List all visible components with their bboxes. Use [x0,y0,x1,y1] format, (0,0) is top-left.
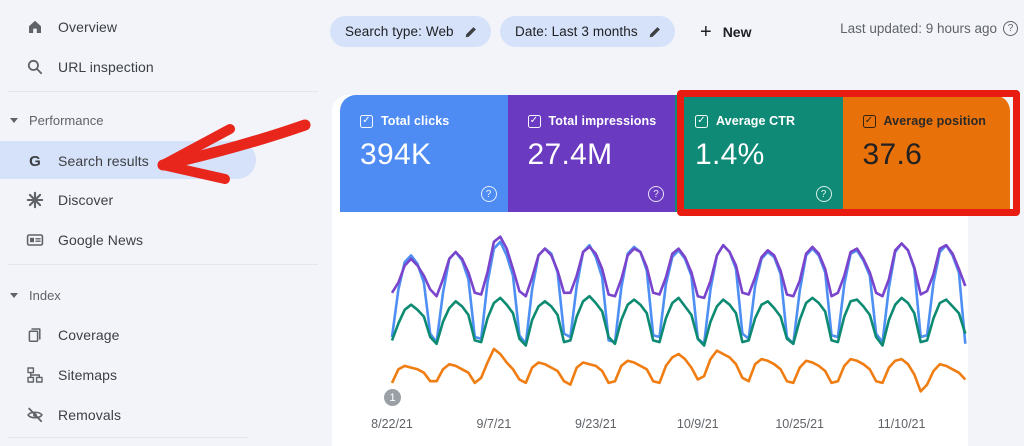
sidebar-item-label: Sitemaps [58,367,117,383]
x-axis-tick-label: 8/22/21 [371,417,413,431]
help-icon[interactable]: ? [816,186,832,202]
metric-card-value: 394K [360,138,508,172]
metric-card-average-ctr[interactable]: ✓ Average CTR 1.4% ? [675,95,843,212]
sidebar-item-label: Coverage [58,327,120,343]
sidebar-section-label: Performance [29,113,103,128]
sidebar-item-label: Discover [58,192,113,208]
sidebar-divider [8,91,318,92]
search-console-app: Overview URL inspection Performance G Se… [0,0,1024,446]
sidebar-item-label: Overview [58,19,117,35]
chart-line-total-impressions [392,237,965,298]
performance-line-chart[interactable] [385,230,970,410]
metric-card-label: Average position [884,114,987,128]
search-type-chip[interactable]: Search type: Web [330,16,491,47]
metric-card-value: 1.4% [695,138,843,172]
checkbox-checked-icon[interactable]: ✓ [528,115,541,128]
metric-card-total-impressions[interactable]: ✓ Total impressions 27.4M ? [508,95,676,212]
sparkle-icon [26,191,44,209]
last-updated-status: Last updated: 9 hours ago ? [840,21,1018,36]
new-filter-button[interactable]: + New [700,16,751,47]
pencil-icon [648,25,662,39]
sidebar-item-label: Removals [58,407,121,423]
chart-line-average-position [392,349,965,392]
date-range-chip-label: Date: Last 3 months [515,24,638,39]
sidebar-divider [8,264,318,265]
date-range-chip[interactable]: Date: Last 3 months [500,16,675,47]
metric-card-average-position[interactable]: ✓ Average position 37.6 ? [843,95,1011,212]
metric-card-total-clicks[interactable]: ✓ Total clicks 394K ? [340,95,508,212]
sidebar-item-search-results[interactable]: G Search results [0,141,320,181]
google-g-icon: G [26,152,44,170]
sidebar-item-label: Google News [58,232,143,248]
x-axis-tick-label: 10/9/21 [677,417,719,431]
x-axis-tick-label: 11/10/21 [878,417,926,431]
chart-x-axis: 8/22/219/7/219/23/2110/9/2110/25/2111/10… [385,417,970,435]
pencil-icon [464,25,478,39]
metric-card-label: Total impressions [549,114,657,128]
sidebar-section-performance[interactable]: Performance [0,101,320,139]
plus-icon: + [700,22,712,42]
checkbox-checked-icon[interactable]: ✓ [360,115,373,128]
x-axis-tick-label: 9/23/21 [575,417,617,431]
checkbox-checked-icon[interactable]: ✓ [863,115,876,128]
checkbox-checked-icon[interactable]: ✓ [695,115,708,128]
home-icon [26,18,44,36]
x-axis-tick-label: 9/7/21 [477,417,512,431]
eye-off-icon [26,406,44,424]
sidebar-item-coverage[interactable]: Coverage [0,315,320,355]
search-type-chip-label: Search type: Web [345,24,454,39]
pages-icon [26,326,44,344]
sidebar-item-google-news[interactable]: Google News [0,220,320,260]
chart-annotation-marker[interactable]: 1 [384,389,401,406]
sidebar-item-removals[interactable]: Removals [0,395,320,435]
help-icon[interactable]: ? [648,186,664,202]
search-icon [26,58,44,76]
sidebar-item-discover[interactable]: Discover [0,180,320,220]
new-button-label: New [723,24,752,40]
sitemap-icon [26,366,44,384]
help-icon[interactable]: ? [1003,21,1018,36]
news-icon [26,231,44,249]
help-icon[interactable]: ? [481,186,497,202]
chevron-down-icon [10,293,18,298]
last-updated-text: Last updated: 9 hours ago [840,21,997,36]
sidebar-item-sitemaps[interactable]: Sitemaps [0,355,320,395]
sidebar-item-label: Search results [58,153,149,169]
sidebar-section-label: Index [29,288,61,303]
metric-card-label: Average CTR [716,114,795,128]
x-axis-tick-label: 10/25/21 [775,417,824,431]
metric-card-value: 37.6 [863,138,1011,172]
chevron-down-icon [10,118,18,123]
metric-card-value: 27.4M [528,138,676,172]
sidebar-item-label: URL inspection [58,59,154,75]
sidebar: Overview URL inspection Performance G Se… [0,0,332,446]
sidebar-item-overview[interactable]: Overview [0,7,320,47]
metric-card-label: Total clicks [381,114,449,128]
metric-cards-row: ✓ Total clicks 394K ? ✓ Total impression… [340,95,1010,212]
sidebar-divider [8,437,248,438]
sidebar-item-url-inspection[interactable]: URL inspection [0,47,320,87]
sidebar-section-index[interactable]: Index [0,276,320,314]
